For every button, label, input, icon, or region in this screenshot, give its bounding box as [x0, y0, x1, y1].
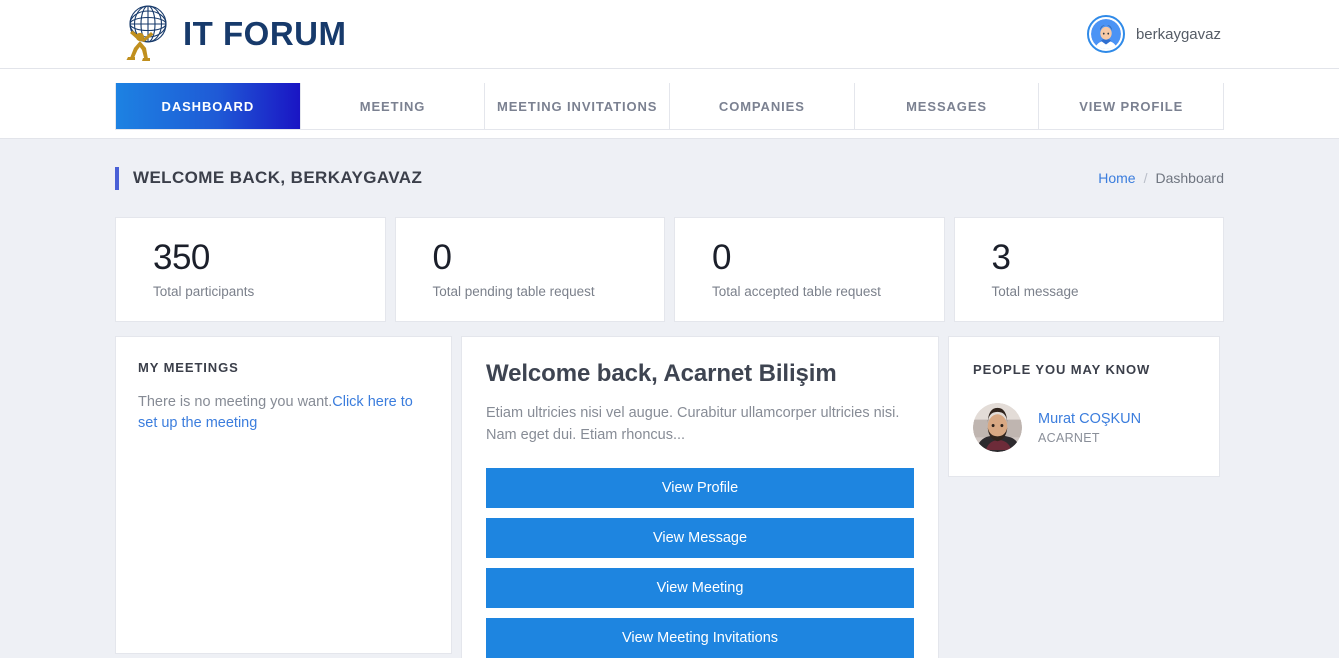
breadcrumb-current: Dashboard: [1156, 170, 1225, 186]
page-title-wrap: WELCOME BACK, BERKAYGAVAZ: [115, 167, 422, 190]
person-info: Murat COŞKUN ACARNET: [1038, 411, 1141, 445]
brand-logo-area[interactable]: IT FORUM: [115, 3, 346, 65]
top-header-bar: IT FORUM berkaygavaz: [0, 0, 1339, 69]
my-meetings-heading: MY MEETINGS: [138, 360, 427, 375]
nav-tab-meeting-invitations[interactable]: MEETING INVITATIONS: [485, 83, 670, 129]
person-name-link[interactable]: Murat COŞKUN: [1038, 411, 1141, 427]
stat-label: Total message: [992, 284, 1224, 299]
brand-name: IT FORUM: [183, 15, 346, 53]
view-meeting-button[interactable]: View Meeting: [486, 568, 914, 608]
view-meeting-invitations-button[interactable]: View Meeting Invitations: [486, 618, 914, 658]
main-navigation-bar: DASHBOARD MEETING MEETING INVITATIONS CO…: [0, 69, 1339, 139]
welcome-panel-title: Welcome back, Acarnet Bilişim: [486, 360, 914, 388]
breadcrumb: Home / Dashboard: [1098, 170, 1224, 186]
user-avatar-icon[interactable]: [1087, 15, 1125, 53]
stat-card-pending-table-request: 0 Total pending table request: [395, 217, 666, 322]
dashboard-columns: MY MEETINGS There is no meeting you want…: [115, 336, 1224, 658]
stat-card-total-participants: 350 Total participants: [115, 217, 386, 322]
people-you-may-know-panel: PEOPLE YOU MAY KNOW: [948, 336, 1220, 477]
stat-value: 350: [153, 240, 385, 277]
page-content: WELCOME BACK, BERKAYGAVAZ Home / Dashboa…: [0, 139, 1339, 658]
page-header: WELCOME BACK, BERKAYGAVAZ Home / Dashboa…: [115, 139, 1224, 217]
nav-tab-companies[interactable]: COMPANIES: [670, 83, 855, 129]
breadcrumb-home-link[interactable]: Home: [1098, 170, 1135, 186]
list-item[interactable]: Murat COŞKUN ACARNET: [973, 403, 1197, 452]
breadcrumb-separator: /: [1144, 170, 1148, 186]
title-accent-bar: [115, 167, 119, 190]
stat-value: 0: [433, 240, 665, 277]
person-organization: ACARNET: [1038, 431, 1141, 445]
nav-tab-meeting[interactable]: MEETING: [301, 83, 486, 129]
nav-tabs: DASHBOARD MEETING MEETING INVITATIONS CO…: [115, 83, 1224, 130]
user-name-label: berkaygavaz: [1136, 26, 1221, 43]
people-you-may-know-heading: PEOPLE YOU MAY KNOW: [973, 362, 1197, 377]
nav-tab-messages[interactable]: MESSAGES: [855, 83, 1040, 129]
stat-card-accepted-table-request: 0 Total accepted table request: [674, 217, 945, 322]
stat-value: 3: [992, 240, 1224, 277]
view-message-button[interactable]: View Message: [486, 518, 914, 558]
stat-label: Total pending table request: [433, 284, 665, 299]
user-menu[interactable]: berkaygavaz: [1087, 15, 1221, 53]
stat-label: Total participants: [153, 284, 385, 299]
stat-label: Total accepted table request: [712, 284, 944, 299]
globe-atlas-logo-icon: [115, 3, 177, 65]
welcome-panel-body: Etiam ultricies nisi vel augue. Curabitu…: [486, 402, 914, 446]
stat-card-total-message: 3 Total message: [954, 217, 1225, 322]
nav-tab-view-profile[interactable]: VIEW PROFILE: [1039, 83, 1223, 129]
stat-value: 0: [712, 240, 944, 277]
person-photo-icon: [973, 403, 1022, 452]
page-title: WELCOME BACK, BERKAYGAVAZ: [133, 168, 422, 188]
nav-tab-dashboard[interactable]: DASHBOARD: [116, 83, 301, 129]
welcome-panel-actions: View Profile View Message View Meeting V…: [486, 468, 914, 658]
welcome-panel: Welcome back, Acarnet Bilişim Etiam ultr…: [461, 336, 939, 658]
view-profile-button[interactable]: View Profile: [486, 468, 914, 508]
my-meetings-panel: MY MEETINGS There is no meeting you want…: [115, 336, 452, 654]
stat-cards-row: 350 Total participants 0 Total pending t…: [115, 217, 1224, 322]
my-meetings-empty-text: There is no meeting you want.: [138, 394, 332, 410]
my-meetings-empty-message: There is no meeting you want.Click here …: [138, 392, 427, 434]
